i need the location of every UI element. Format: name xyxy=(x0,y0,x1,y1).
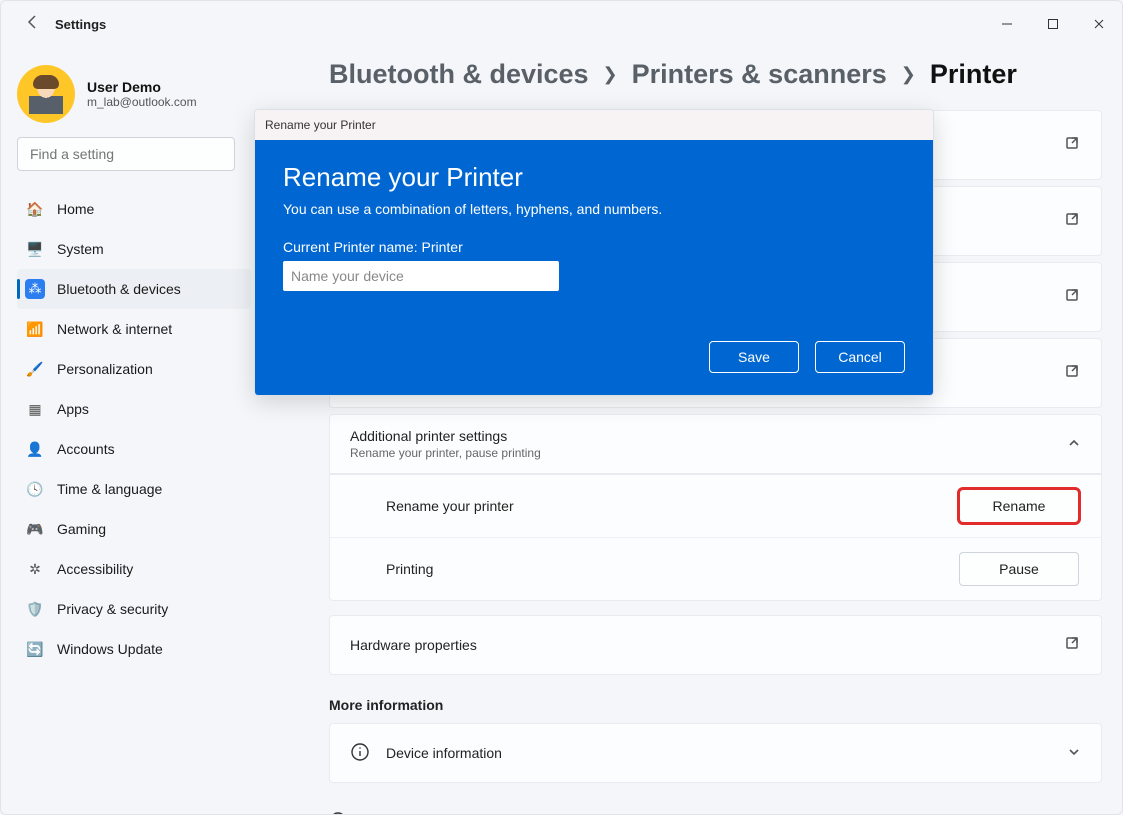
user-name: User Demo xyxy=(87,79,197,95)
open-external-icon xyxy=(1065,212,1081,231)
nav-label: Gaming xyxy=(57,521,106,537)
privacy-icon: 🛡️ xyxy=(21,601,49,618)
search-input-wrapper[interactable] xyxy=(17,137,235,171)
modal-current-name: Current Printer name: Printer xyxy=(283,239,905,255)
chevron-down-icon xyxy=(1067,745,1081,762)
nav-personalization[interactable]: 🖌️ Personalization xyxy=(17,349,251,389)
row-printing: Printing Pause xyxy=(330,537,1101,600)
close-button[interactable] xyxy=(1076,1,1122,47)
pause-button[interactable]: Pause xyxy=(959,552,1079,586)
system-icon: 🖥️ xyxy=(21,241,49,258)
apps-icon: ▦ xyxy=(21,401,49,418)
nav-accounts[interactable]: 👤 Accounts xyxy=(17,429,251,469)
additional-settings-expanded: Rename your printer Rename Printing Paus… xyxy=(329,474,1102,601)
titlebar: Settings xyxy=(1,1,1122,47)
nav-label: Windows Update xyxy=(57,641,163,657)
nav-label: Bluetooth & devices xyxy=(57,281,181,297)
nav-label: Apps xyxy=(57,401,89,417)
nav-privacy[interactable]: 🛡️ Privacy & security xyxy=(17,589,251,629)
rename-input[interactable] xyxy=(283,261,559,291)
modal-desc: You can use a combination of letters, hy… xyxy=(283,201,905,217)
open-external-icon xyxy=(1065,136,1081,155)
nav-time[interactable]: 🕓 Time & language xyxy=(17,469,251,509)
search-input[interactable] xyxy=(28,145,224,163)
open-external-icon xyxy=(1065,288,1081,307)
avatar xyxy=(17,65,75,123)
open-external-icon xyxy=(1065,364,1081,383)
chevron-right-icon: ❯ xyxy=(603,64,618,85)
more-info-heading: More information xyxy=(329,697,1102,713)
nav-gaming[interactable]: 🎮 Gaming xyxy=(17,509,251,549)
open-external-icon xyxy=(1065,636,1081,655)
panel-hardware-properties[interactable]: Hardware properties xyxy=(329,615,1102,675)
accounts-icon: 👤 xyxy=(21,441,49,458)
nav-list: 🏠 Home 🖥️ System ⁂ Bluetooth & devices 📶 Net… xyxy=(17,189,251,669)
nav-home[interactable]: 🏠 Home xyxy=(17,189,251,229)
rename-modal: Rename your Printer Rename your Printer … xyxy=(254,109,934,396)
panel-additional-settings[interactable]: Additional printer settings Rename your … xyxy=(329,414,1102,474)
breadcrumb-c: Printer xyxy=(930,59,1017,90)
modal-titlebar: Rename your Printer xyxy=(255,110,933,140)
printing-label: Printing xyxy=(386,561,433,577)
row-rename-printer: Rename your printer Rename xyxy=(330,475,1101,537)
nav-label: Time & language xyxy=(57,481,162,497)
rename-button[interactable]: Rename xyxy=(959,489,1079,523)
device-info-label: Device information xyxy=(386,745,502,761)
breadcrumb-b[interactable]: Printers & scanners xyxy=(632,59,887,90)
hardware-label: Hardware properties xyxy=(350,637,477,653)
nav-label: Home xyxy=(57,201,94,217)
nav-network[interactable]: 📶 Network & internet xyxy=(17,309,251,349)
breadcrumb-a[interactable]: Bluetooth & devices xyxy=(329,59,589,90)
time-icon: 🕓 xyxy=(21,481,49,498)
nav-label: Privacy & security xyxy=(57,601,168,617)
user-email: m_lab@outlook.com xyxy=(87,95,197,109)
bluetooth-icon: ⁂ xyxy=(21,279,49,299)
chevron-up-icon xyxy=(1067,436,1081,453)
maximize-button[interactable] xyxy=(1030,1,1076,47)
user-profile[interactable]: User Demo m_lab@outlook.com xyxy=(17,65,251,123)
update-icon: 🔄 xyxy=(21,641,49,658)
help-row: Get help xyxy=(329,811,1102,814)
app-title: Settings xyxy=(55,17,106,32)
chevron-right-icon: ❯ xyxy=(901,64,916,85)
personalization-icon: 🖌️ xyxy=(21,361,49,378)
nav-label: Network & internet xyxy=(57,321,172,337)
minimize-button[interactable] xyxy=(984,1,1030,47)
network-icon: 📶 xyxy=(21,321,49,338)
save-button[interactable]: Save xyxy=(709,341,799,373)
back-button[interactable] xyxy=(25,14,41,35)
nav-system[interactable]: 🖥️ System xyxy=(17,229,251,269)
breadcrumb: Bluetooth & devices ❯ Printers & scanner… xyxy=(329,59,1102,90)
home-icon: 🏠 xyxy=(21,201,49,218)
gaming-icon: 🎮 xyxy=(21,521,49,538)
nav-update[interactable]: 🔄 Windows Update xyxy=(17,629,251,669)
nav-label: Personalization xyxy=(57,361,153,377)
sidebar: User Demo m_lab@outlook.com 🏠 Home 🖥️ Syst… xyxy=(1,51,261,814)
nav-bluetooth[interactable]: ⁂ Bluetooth & devices xyxy=(17,269,251,309)
additional-sub: Rename your printer, pause printing xyxy=(350,446,541,460)
nav-label: System xyxy=(57,241,104,257)
help-icon xyxy=(329,811,349,814)
accessibility-icon: ✲ xyxy=(21,561,49,578)
rename-label: Rename your printer xyxy=(386,498,514,514)
modal-heading: Rename your Printer xyxy=(283,162,905,193)
panel-device-info[interactable]: Device information xyxy=(329,723,1102,783)
nav-accessibility[interactable]: ✲ Accessibility xyxy=(17,549,251,589)
info-icon xyxy=(350,742,370,765)
nav-label: Accounts xyxy=(57,441,115,457)
cancel-button[interactable]: Cancel xyxy=(815,341,905,373)
nav-label: Accessibility xyxy=(57,561,133,577)
window-controls xyxy=(984,1,1122,47)
nav-apps[interactable]: ▦ Apps xyxy=(17,389,251,429)
additional-title: Additional printer settings xyxy=(350,428,507,444)
